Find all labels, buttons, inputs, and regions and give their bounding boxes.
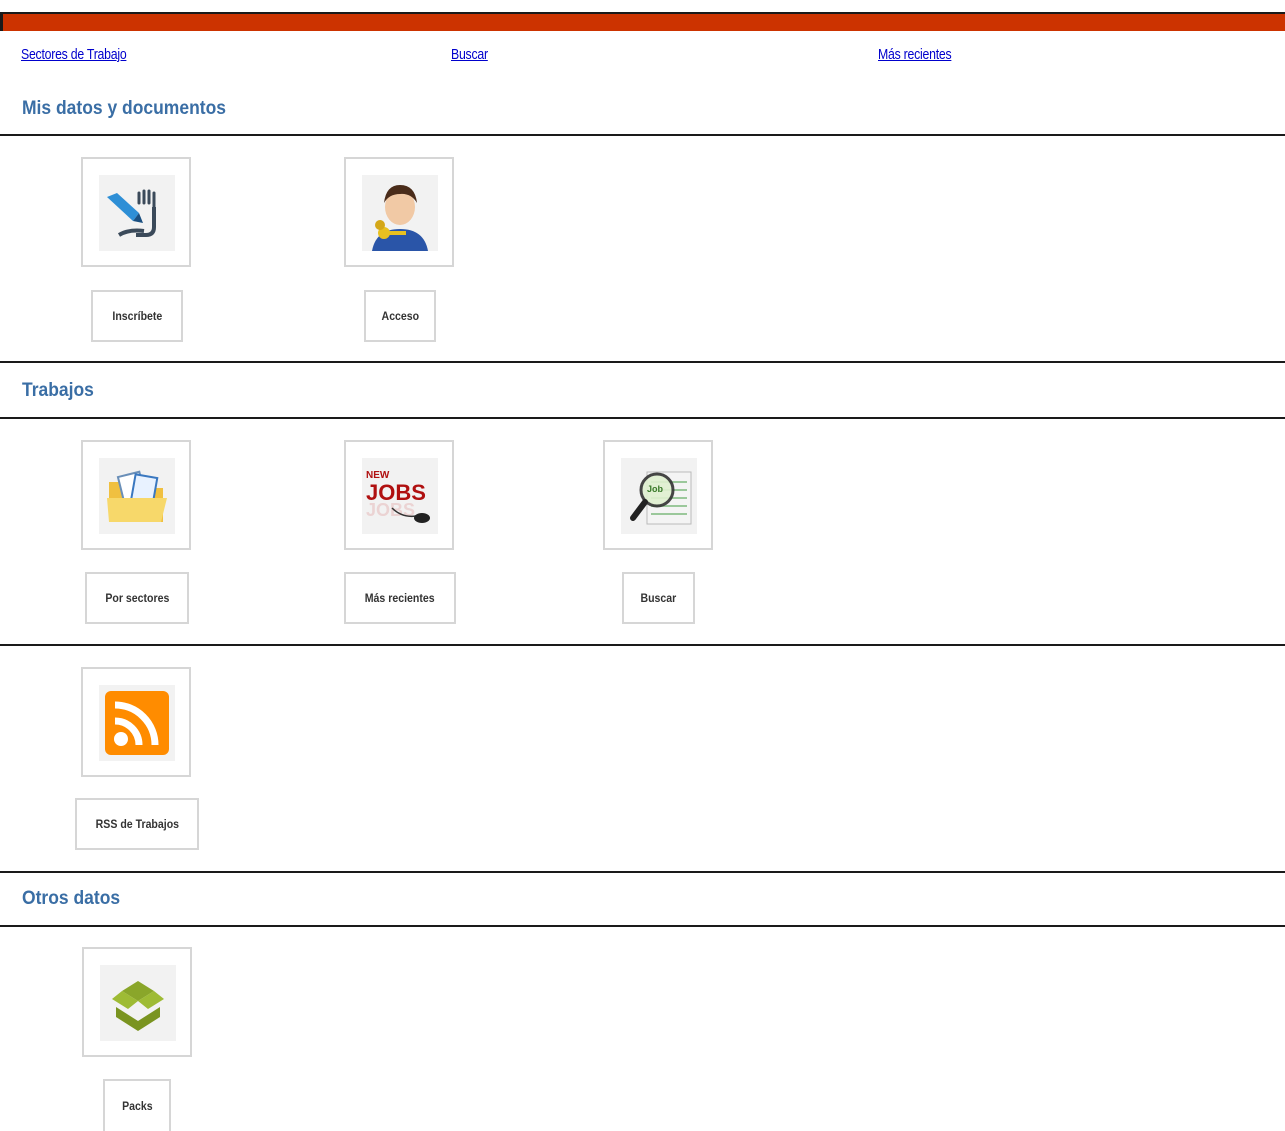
tile-buscar[interactable]: Job bbox=[603, 440, 713, 550]
divider bbox=[0, 644, 1285, 646]
rss-label: RSS de Trabajos bbox=[95, 817, 179, 831]
box-packs-icon bbox=[112, 981, 164, 1031]
inscribete-label: Inscríbete bbox=[112, 309, 162, 323]
packs-label: Packs bbox=[121, 1099, 153, 1113]
tile-packs[interactable] bbox=[82, 947, 192, 1057]
buscar-label: Buscar bbox=[640, 591, 677, 605]
top-accent-bar bbox=[0, 12, 1285, 31]
mas-recientes-label: Más recientes bbox=[365, 591, 435, 605]
section-title-mis-datos: Mis datos y documentos bbox=[22, 98, 226, 119]
svg-text:Job: Job bbox=[647, 484, 664, 494]
nav-link-buscar[interactable]: Buscar bbox=[451, 46, 488, 63]
divider bbox=[0, 417, 1285, 419]
folder-documents-icon bbox=[107, 470, 167, 522]
por-sectores-button[interactable]: Por sectores bbox=[85, 572, 189, 624]
job-search-magnifier-icon: Job bbox=[630, 471, 692, 525]
tile-rss[interactable] bbox=[81, 667, 191, 777]
tile-mas-recientes[interactable]: NEW JOBS JOBS bbox=[344, 440, 454, 550]
new-jobs-icon: NEW JOBS JOBS bbox=[366, 470, 430, 523]
user-key-icon bbox=[372, 185, 428, 251]
section-title-trabajos: Trabajos bbox=[22, 380, 94, 401]
svg-text:JOBS: JOBS bbox=[366, 500, 415, 520]
nav-link-sectores[interactable]: Sectores de Trabajo bbox=[21, 46, 127, 63]
packs-button[interactable]: Packs bbox=[103, 1079, 171, 1131]
tile-inscribete[interactable] bbox=[81, 157, 191, 267]
buscar-button[interactable]: Buscar bbox=[622, 572, 695, 624]
nav-link-recientes[interactable]: Más recientes bbox=[878, 46, 952, 63]
rss-feed-icon bbox=[105, 691, 169, 755]
rss-button[interactable]: RSS de Trabajos bbox=[75, 798, 199, 850]
divider bbox=[0, 925, 1285, 927]
signature-pen-icon bbox=[107, 189, 156, 237]
por-sectores-label: Por sectores bbox=[105, 591, 169, 605]
acceso-button[interactable]: Acceso bbox=[364, 290, 436, 342]
divider bbox=[0, 134, 1285, 136]
inscribete-button[interactable]: Inscríbete bbox=[91, 290, 183, 342]
divider bbox=[0, 871, 1285, 873]
tile-por-sectores[interactable] bbox=[81, 440, 191, 550]
divider bbox=[0, 361, 1285, 363]
mas-recientes-button[interactable]: Más recientes bbox=[344, 572, 456, 624]
acceso-label: Acceso bbox=[381, 309, 419, 323]
section-title-otros: Otros datos bbox=[22, 888, 121, 909]
tile-acceso[interactable] bbox=[344, 157, 454, 267]
